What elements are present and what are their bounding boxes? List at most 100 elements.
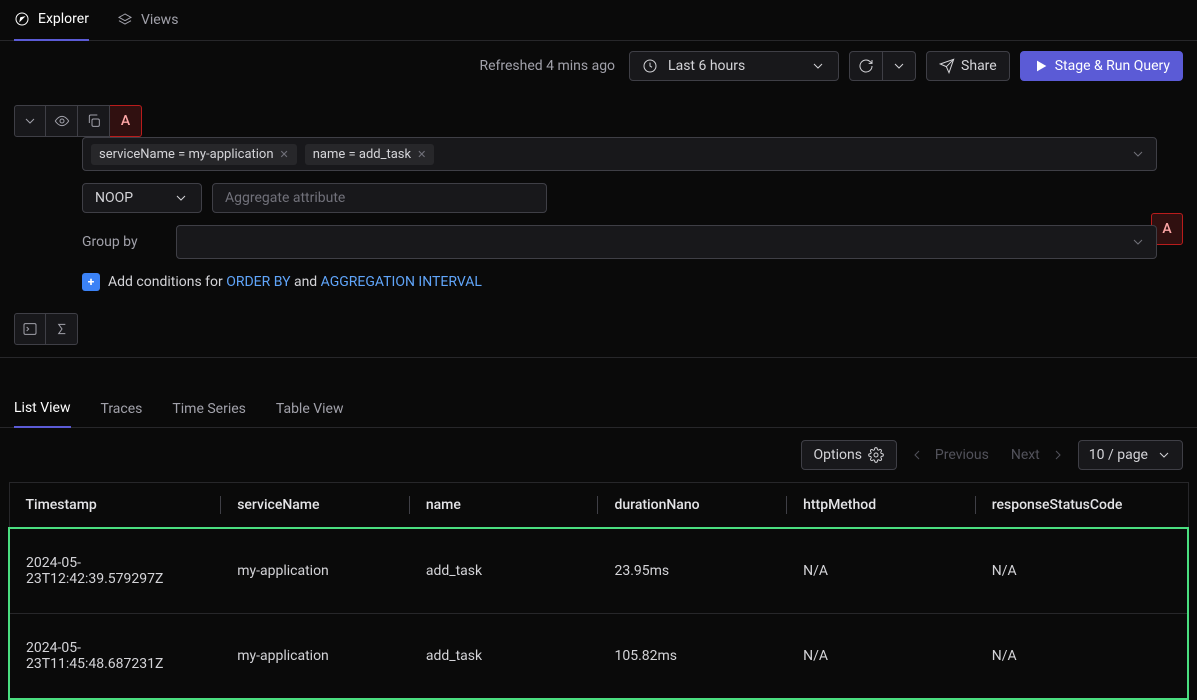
- clock-icon: [642, 58, 658, 74]
- highlighted-rows: 2024-05-23T12:42:39.579297Z my-applicati…: [9, 528, 1188, 699]
- cell-duration: 105.82ms: [598, 614, 787, 700]
- chevron-down-icon: [1130, 234, 1146, 250]
- close-icon[interactable]: ✕: [280, 148, 289, 161]
- aggregate-placeholder: Aggregate attribute: [225, 190, 345, 206]
- col-durationnano[interactable]: durationNano: [598, 483, 787, 529]
- tab-views-label: Views: [141, 12, 179, 28]
- tab-explorer[interactable]: Explorer: [14, 0, 89, 41]
- tab-table-view[interactable]: Table View: [276, 390, 344, 428]
- table-row[interactable]: 2024-05-23T12:42:39.579297Z my-applicati…: [9, 528, 1188, 614]
- col-responsestatuscode[interactable]: responseStatusCode: [976, 483, 1188, 529]
- cell-duration: 23.95ms: [598, 528, 787, 614]
- query-builder: A A serviceName = my-application ✕ name …: [0, 105, 1197, 358]
- tab-list-view[interactable]: List View: [14, 390, 71, 428]
- chevron-down-icon: [891, 58, 907, 74]
- gear-icon: [868, 447, 884, 463]
- refresh-button-group: [849, 51, 916, 81]
- toolbar: Refreshed 4 mins ago Last 6 hours Share: [0, 41, 1197, 91]
- tab-explorer-label: Explorer: [38, 11, 89, 27]
- chevron-down-icon: [22, 113, 38, 129]
- col-httpmethod[interactable]: httpMethod: [787, 483, 976, 529]
- collapse-button[interactable]: [14, 105, 46, 137]
- cell-servicename: my-application: [221, 528, 410, 614]
- top-tabs: Explorer Views: [0, 0, 1197, 41]
- page-size-select[interactable]: 10 / page: [1078, 440, 1183, 470]
- query-letter-badge[interactable]: A: [110, 105, 142, 137]
- close-icon[interactable]: ✕: [417, 148, 426, 161]
- groupby-label: Group by: [82, 234, 146, 250]
- pagination: Previous Next: [909, 447, 1066, 463]
- cell-status: N/A: [976, 614, 1188, 700]
- filter-chip-text: name = add_task: [313, 147, 411, 162]
- table-controls: Options Previous Next 10 / page: [0, 428, 1197, 482]
- layers-icon: [117, 12, 133, 28]
- filter-chip-name[interactable]: name = add_task ✕: [305, 144, 435, 165]
- refresh-button[interactable]: [849, 51, 883, 81]
- query-footer-controls: [14, 313, 1197, 357]
- refresh-menu-button[interactable]: [883, 51, 916, 81]
- play-icon: [1033, 58, 1049, 74]
- aggregate-function-select[interactable]: NOOP: [82, 183, 202, 213]
- chevron-down-icon: [173, 190, 189, 206]
- conditions-prefix: Add conditions for: [108, 274, 226, 290]
- cell-servicename: my-application: [221, 614, 410, 700]
- conditions-and: and: [290, 274, 320, 290]
- filter-chip-text: serviceName = my-application: [99, 147, 274, 162]
- chevron-left-icon[interactable]: [909, 447, 925, 463]
- results-table-wrap: Timestamp serviceName name durationNano …: [0, 482, 1197, 700]
- chevron-right-icon[interactable]: [1050, 447, 1066, 463]
- compass-icon: [14, 11, 30, 27]
- view-tabs: List View Traces Time Series Table View: [0, 390, 1197, 428]
- share-label: Share: [961, 58, 997, 74]
- copy-icon: [86, 113, 102, 129]
- visibility-button[interactable]: [46, 105, 78, 137]
- aggregate-attribute-input[interactable]: Aggregate attribute: [212, 183, 547, 213]
- cell-timestamp: 2024-05-23T11:45:48.687231Z: [9, 614, 221, 700]
- cell-httpmethod: N/A: [787, 614, 976, 700]
- options-button[interactable]: Options: [801, 440, 897, 470]
- cell-name: add_task: [410, 528, 599, 614]
- options-label: Options: [814, 447, 862, 463]
- previous-button[interactable]: Previous: [935, 447, 989, 463]
- eye-icon: [54, 113, 70, 129]
- next-button[interactable]: Next: [1011, 447, 1040, 463]
- col-name[interactable]: name: [410, 483, 599, 529]
- filter-chip-servicename[interactable]: serviceName = my-application ✕: [91, 144, 297, 165]
- cell-httpmethod: N/A: [787, 528, 976, 614]
- time-range-select[interactable]: Last 6 hours: [629, 51, 839, 81]
- share-button[interactable]: Share: [926, 51, 1010, 81]
- chevron-down-icon: [810, 58, 826, 74]
- col-timestamp[interactable]: Timestamp: [9, 483, 221, 529]
- sigma-icon: [54, 321, 70, 337]
- query-controls: A: [14, 105, 1197, 137]
- cell-status: N/A: [976, 528, 1188, 614]
- run-query-button[interactable]: Stage & Run Query: [1020, 51, 1183, 81]
- tab-traces[interactable]: Traces: [101, 390, 143, 428]
- conditions-text: Add conditions for ORDER BY and AGGREGAT…: [108, 274, 482, 290]
- col-servicename[interactable]: serviceName: [221, 483, 410, 529]
- refreshed-text: Refreshed 4 mins ago: [479, 58, 615, 74]
- formula-button[interactable]: [46, 313, 78, 345]
- filter-input[interactable]: serviceName = my-application ✕ name = ad…: [82, 137, 1157, 171]
- cell-name: add_task: [410, 614, 599, 700]
- page-size-label: 10 / page: [1089, 447, 1148, 463]
- code-view-button[interactable]: [14, 313, 46, 345]
- plus-icon[interactable]: +: [82, 273, 100, 291]
- refresh-icon: [858, 58, 874, 74]
- agg-interval-link[interactable]: AGGREGATION INTERVAL: [321, 274, 482, 290]
- noop-label: NOOP: [95, 190, 133, 206]
- table-header-row: Timestamp serviceName name durationNano …: [9, 483, 1188, 529]
- orderby-link[interactable]: ORDER BY: [226, 274, 290, 290]
- groupby-input[interactable]: [176, 225, 1157, 259]
- copy-button[interactable]: [78, 105, 110, 137]
- table-row[interactable]: 2024-05-23T11:45:48.687231Z my-applicati…: [9, 614, 1188, 700]
- cell-timestamp: 2024-05-23T12:42:39.579297Z: [9, 528, 221, 614]
- chevron-down-icon: [1130, 146, 1146, 162]
- groupby-row: Group by: [82, 225, 1157, 259]
- tab-time-series[interactable]: Time Series: [172, 390, 245, 428]
- chevron-down-icon: [1156, 447, 1172, 463]
- send-icon: [939, 58, 955, 74]
- tab-views[interactable]: Views: [117, 0, 179, 41]
- time-range-label: Last 6 hours: [668, 58, 745, 74]
- run-query-label: Stage & Run Query: [1055, 58, 1170, 74]
